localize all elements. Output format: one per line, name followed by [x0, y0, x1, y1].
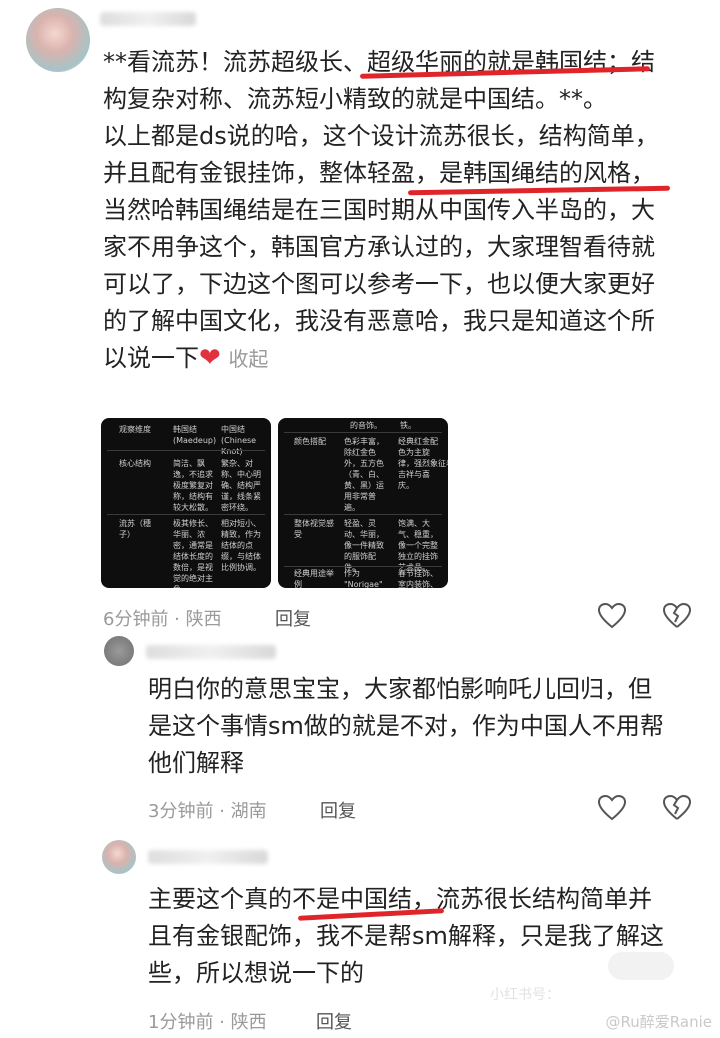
reply-line: 明白你的意思宝宝，大家都怕影响吒儿回归，但 — [148, 675, 652, 703]
comment-line-last: 以说一下❤ 收起 — [103, 340, 659, 378]
reply1-avatar[interactable] — [104, 636, 134, 666]
reply2-body: 主要这个真的不是中国结，流苏很长结构简单并 且有金银配饰，我不是帮sm解释，只是… — [148, 881, 664, 992]
weibo-watermark: @Ru醉爱Ranie — [605, 1013, 712, 1031]
table-cell: 铁。 — [400, 421, 416, 430]
table-divider — [107, 450, 265, 451]
comment-line: 家不用争这个，韩国官方承认过的，大家理智看待就 — [103, 233, 655, 261]
commenter-username-blurred[interactable] — [100, 12, 196, 26]
overlay-pill — [608, 952, 674, 980]
table-cell: 经典红金配 色为主旋 律，强烈象征着 吉祥与喜 庆。 — [398, 437, 448, 490]
table-cell: 繁杂、对 称、中心明 确、结构严 谨，线条紧 密环绕。 — [221, 459, 261, 512]
reply2-username-blurred[interactable] — [148, 850, 268, 864]
table-cell: 核心结构 — [119, 459, 151, 468]
platform-watermark: 小红书号： — [490, 987, 560, 1003]
comment-line: 可以了，下边这个图可以参考一下，也以便大家更好 — [103, 270, 655, 298]
reply-line: 是这个事情sm做的就是不对，作为中国人不用帮 — [148, 712, 664, 740]
reply1-body: 明白你的意思宝宝，大家都怕影响吒儿回归，但 是这个事情sm做的就是不对，作为中国… — [148, 671, 664, 782]
reply-button[interactable]: 回复 — [275, 605, 311, 631]
table-cell: 色彩丰富， 除红金色 外，五方色 （青、白、 黄、黑）运 用非常普 遍。 — [344, 437, 384, 512]
comment-line: 以上都是ds说的哈，这个设计流苏很长，结构简单， — [103, 122, 659, 150]
reply-line: 他们解释 — [148, 749, 244, 777]
table-cell: 相对短小、 精致，作为 结体的点 缀，与结体 比例协调。 — [221, 519, 261, 572]
comment-time-location: 6分钟前 · 陕西 — [103, 609, 222, 630]
table-cell: 轻盈、灵 动、华丽， 像一件精致 的服饰配 件。 — [344, 519, 384, 572]
reply2-avatar[interactable] — [102, 840, 136, 874]
reply-button[interactable]: 回复 — [316, 1008, 352, 1034]
table-cell: 经典用途举 例 — [294, 569, 334, 588]
comment-line: 构复杂对称、流苏短小精致的就是中国结。**。 — [103, 85, 607, 113]
commenter-avatar[interactable] — [26, 8, 90, 72]
table-divider — [284, 566, 442, 567]
reply-line: 且有金银配饰，我不是帮sm解释，只是我了解这 — [148, 922, 664, 950]
reply2-time-location: 1分钟前 · 陕西 — [148, 1012, 267, 1033]
comment-body: **看流苏！流苏超级长、超级华丽的就是韩国结；结 构复杂对称、流苏短小精致的就是… — [103, 44, 659, 378]
reply-line: 些，所以想说一下的 — [148, 959, 364, 987]
collapse-button[interactable]: 收起 — [228, 347, 268, 371]
comment-line: 的了解中国文化，我没有恶意哈，我只是知道这个所 — [103, 307, 655, 335]
table-cell: 整体视觉感 受 — [294, 519, 334, 539]
reply-button[interactable]: 回复 — [320, 797, 356, 823]
table-header-cell: 韩国结 (Maedeup) — [173, 425, 217, 445]
table-cell: 的音饰。 — [350, 421, 382, 430]
table-header-cell: 中国结 (Chinese Knot) — [221, 425, 257, 456]
comparison-table-image-2[interactable]: 的音饰。 铁。 颜色搭配 色彩丰富， 除红金色 外，五方色 （青、白、 黄、黑）… — [278, 418, 448, 588]
heart-emoji-icon: ❤ — [199, 343, 221, 373]
dislike-broken-heart-icon[interactable] — [661, 600, 693, 632]
table-header-cell: 观察维度 — [119, 425, 151, 434]
reply1-time-location: 3分钟前 · 湖南 — [148, 801, 267, 822]
table-cell: 极其修长、 华丽、浓 密，通常是 结体长度的 数倍，是视 觉的绝对主 角。 — [173, 519, 213, 588]
table-cell: 作为 "Norigae" — [344, 569, 383, 588]
comparison-table-image-1[interactable]: 观察维度 韩国结 (Maedeup) 中国结 (Chinese Knot) 核心… — [101, 418, 271, 588]
comment-line: 以说一下 — [103, 344, 199, 372]
table-divider — [284, 432, 442, 433]
table-cell: 颜色搭配 — [294, 437, 326, 446]
table-divider — [284, 514, 442, 515]
table-cell: 饱满、大 气、稳重， 像一个完整 独立的挂饰 艺术品。 — [398, 519, 438, 572]
table-cell: 流苏（穗 子） — [119, 519, 151, 539]
dislike-broken-heart-icon[interactable] — [661, 792, 693, 824]
comment-line: 当然哈韩国绳结是在三国时期从中国传入半岛的，大 — [103, 196, 655, 224]
table-divider — [107, 514, 265, 515]
reply1-username-blurred[interactable] — [146, 645, 276, 659]
like-heart-icon[interactable] — [596, 792, 628, 824]
table-cell: 简洁、飘 逸，不追求 极度繁复对 称，结构有 较大松散。 — [173, 459, 213, 512]
table-cell: 春节挂饰、 室内装饰、 — [398, 569, 438, 588]
like-heart-icon[interactable] — [596, 600, 628, 632]
